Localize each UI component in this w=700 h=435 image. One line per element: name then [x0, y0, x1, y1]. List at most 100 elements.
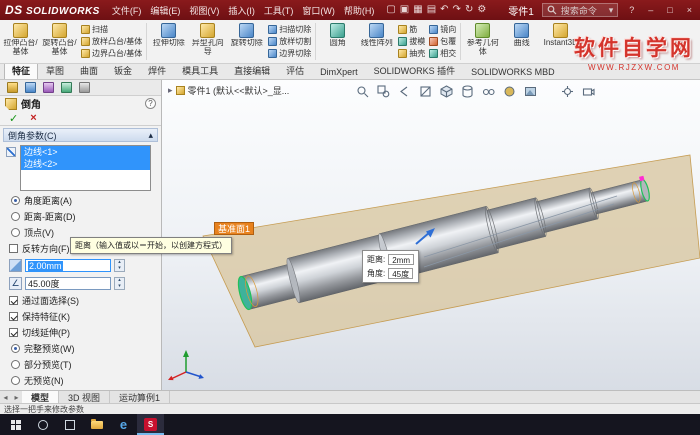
shell-button[interactable]: 抽壳: [398, 48, 425, 60]
dimxpert-manager-tab-icon[interactable]: [61, 81, 72, 93]
callout-angle-value[interactable]: 45度: [388, 268, 414, 279]
menu-file[interactable]: 文件(F): [108, 2, 146, 19]
view-orientation-icon[interactable]: [439, 84, 454, 99]
angle-spinner[interactable]: ▴ ▾: [114, 277, 125, 291]
edge-browser-button[interactable]: e: [110, 414, 137, 435]
collapse-icon[interactable]: ▴: [148, 130, 153, 141]
open-document-icon[interactable]: ▣: [400, 5, 409, 15]
intersect-button[interactable]: 相交: [429, 48, 456, 60]
angle-distance-radio[interactable]: 角度距离(A): [4, 194, 157, 207]
wrap-button[interactable]: 包覆: [429, 35, 456, 47]
curves-button[interactable]: 曲线: [503, 21, 540, 62]
tab-scroll-left-icon[interactable]: ◂: [0, 391, 11, 403]
command-search[interactable]: 搜索命令 ▾: [541, 3, 619, 17]
tab-motion-study[interactable]: 运动算例1: [110, 391, 171, 403]
menu-help[interactable]: 帮助(H): [340, 2, 379, 19]
datum-plane-label[interactable]: 基准面1: [214, 222, 255, 235]
callout-distance-value[interactable]: 2mm: [388, 254, 415, 265]
swept-cut-button[interactable]: 扫描切除: [268, 23, 311, 35]
menu-insert[interactable]: 插入(I): [224, 2, 259, 19]
apply-scene-icon[interactable]: [523, 84, 538, 99]
camera-icon[interactable]: [581, 84, 596, 99]
menu-edit[interactable]: 编辑(E): [146, 2, 184, 19]
tree-root-label[interactable]: 零件1 (默认<<默认>_显...: [188, 84, 290, 97]
new-document-icon[interactable]: ▢: [386, 5, 395, 15]
task-view-button[interactable]: [56, 414, 83, 435]
ok-button[interactable]: ✓: [9, 112, 18, 125]
flyout-feature-tree[interactable]: ▸ 零件1 (默认<<默认>_显...: [168, 84, 289, 97]
revolve-cut-button[interactable]: 旋转切除: [228, 21, 265, 62]
tangent-propagation-checkbox[interactable]: 切线延伸(P): [4, 326, 157, 339]
angle-input[interactable]: 45.00度: [25, 277, 111, 291]
lofted-cut-button[interactable]: 放样切割: [268, 35, 311, 47]
undo-icon[interactable]: ↶: [440, 5, 448, 15]
section-view-icon[interactable]: [418, 84, 433, 99]
tab-sketch[interactable]: 草图: [38, 62, 72, 79]
chamfer-parameters-group[interactable]: 倒角参数(C) ▴: [3, 128, 158, 143]
cancel-button[interactable]: ×: [30, 112, 36, 124]
solidworks-taskbar-button[interactable]: S: [137, 414, 164, 435]
draft-button[interactable]: 拔模: [398, 35, 425, 47]
spin-down-icon[interactable]: ▾: [115, 265, 124, 272]
property-manager-tab-icon[interactable]: [25, 81, 36, 93]
list-item[interactable]: 边线<2>: [21, 158, 150, 171]
tab-evaluate[interactable]: 评估: [278, 62, 312, 79]
rib-button[interactable]: 筋: [398, 23, 425, 35]
zoom-fit-icon[interactable]: [355, 84, 370, 99]
partial-preview-radio[interactable]: 部分预览(T): [4, 358, 157, 371]
menu-window[interactable]: 窗口(W): [298, 2, 339, 19]
tab-scroll-right-icon[interactable]: ▸: [11, 391, 22, 403]
distance-spinner[interactable]: ▴ ▾: [114, 259, 125, 273]
configuration-manager-tab-icon[interactable]: [43, 81, 54, 93]
tab-solidworks-mbd[interactable]: SOLIDWORKS MBD: [463, 65, 563, 79]
full-preview-radio[interactable]: 完整预览(W): [4, 342, 157, 355]
display-manager-tab-icon[interactable]: [79, 81, 90, 93]
lofted-boss-button[interactable]: 放样凸台/基体: [81, 35, 142, 47]
redo-icon[interactable]: ↷: [453, 5, 461, 15]
keep-features-checkbox[interactable]: 保持特征(K): [4, 310, 157, 323]
minimize-button[interactable]: –: [645, 5, 656, 15]
tab-weldments[interactable]: 焊件: [140, 62, 174, 79]
tab-solidworks-add-ins[interactable]: SOLIDWORKS 插件: [366, 62, 464, 79]
spin-down-icon[interactable]: ▾: [115, 283, 124, 290]
save-icon[interactable]: ▦: [413, 5, 422, 15]
hole-wizard-button[interactable]: 异型孔向导: [189, 21, 226, 62]
tab-dimxpert[interactable]: DimXpert: [312, 65, 366, 79]
rebuild-icon[interactable]: ↻: [465, 5, 473, 15]
menu-view[interactable]: 视图(V): [185, 2, 223, 19]
help-button[interactable]: ?: [626, 5, 637, 15]
options-gear-icon[interactable]: ⚙: [477, 5, 486, 15]
chamfer-callout[interactable]: 距离: 2mm 角度: 45度: [362, 250, 420, 283]
tree-caret-icon[interactable]: ▸: [168, 85, 173, 96]
search-dropdown-icon[interactable]: ▾: [609, 5, 614, 16]
extrude-boss-button[interactable]: 拉伸凸台/基体: [2, 21, 39, 62]
close-button[interactable]: ×: [684, 5, 695, 15]
graphics-viewport[interactable]: ▸ 零件1 (默认<<默认>_显... 基准面1 距离: 2mm 角度: 45度: [162, 80, 700, 390]
distance-distance-radio[interactable]: 距离-距离(D): [4, 210, 157, 223]
file-explorer-button[interactable]: [83, 414, 110, 435]
tab-mold-tools[interactable]: 模具工具: [174, 62, 226, 79]
zoom-area-icon[interactable]: [376, 84, 391, 99]
boundary-boss-button[interactable]: 边界凸台/基体: [81, 48, 142, 60]
swept-boss-button[interactable]: 扫描: [81, 23, 142, 35]
reference-geometry-button[interactable]: 参考几何体: [464, 21, 501, 62]
tab-3d-views[interactable]: 3D 视图: [59, 391, 111, 403]
list-item[interactable]: 边线<1>: [21, 146, 150, 159]
extrude-cut-button[interactable]: 拉伸切除: [150, 21, 187, 62]
no-preview-radio[interactable]: 无预览(N): [4, 374, 157, 387]
tab-model[interactable]: 模型: [22, 391, 60, 403]
menu-tools[interactable]: 工具(T): [260, 2, 298, 19]
display-style-icon[interactable]: [460, 84, 475, 99]
tab-features[interactable]: 特征: [4, 62, 39, 79]
view-settings-icon[interactable]: [560, 84, 575, 99]
tab-surfaces[interactable]: 曲面: [72, 62, 106, 79]
fillet-button[interactable]: 圆角: [319, 21, 356, 62]
distance-input[interactable]: 2.00mm: [25, 259, 111, 273]
tab-sheet-metal[interactable]: 钣金: [106, 62, 140, 79]
edit-appearance-icon[interactable]: [502, 84, 517, 99]
feature-manager-tab-icon[interactable]: [7, 81, 18, 93]
maximize-button[interactable]: □: [664, 5, 675, 15]
start-button[interactable]: [2, 414, 29, 435]
revolve-boss-button[interactable]: 旋转凸台/基体: [41, 21, 78, 62]
hide-show-items-icon[interactable]: [481, 84, 496, 99]
